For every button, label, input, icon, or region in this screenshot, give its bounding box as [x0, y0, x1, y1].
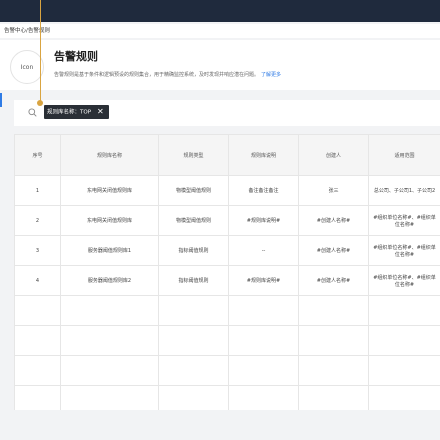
rules-table: 序号 规则库名称 规则类型 规则库说明 创建人 适用范围 1 东电网关闭值规则库…	[14, 134, 440, 410]
breadcrumb: 告警中心/告警规则	[0, 24, 440, 38]
cell-scope: #组织单位名称#、#组织单位名称#	[368, 205, 440, 236]
cell-type: 指标阈值规则	[158, 235, 229, 266]
annotation-line	[40, 0, 41, 102]
page-title: 告警规则	[54, 50, 98, 63]
logo: Icon	[10, 50, 44, 84]
cell-scope: #组织单位名称#、#组织单位名称#	[368, 235, 440, 266]
cell-creator: #创建人名称#	[298, 235, 369, 266]
page-header: Icon 告警规则 告警规则是基于条件和逻辑预设的规则集合，用于精确监控系统，及…	[0, 40, 440, 90]
annotation-marker	[37, 100, 43, 106]
empty-row	[14, 385, 440, 410]
table-row[interactable]: 1 东电网关闭值规则库 物模型阈值规则 备注备注备注 张三 总公司、子公司1、子…	[14, 175, 440, 206]
table-row[interactable]: 4 服务器阈值规则库2 指标阈值规则 #规则库说明# #创建人名称# #组织单位…	[14, 265, 440, 296]
active-indicator	[0, 93, 2, 107]
column-header-name: 规则库名称	[60, 134, 159, 176]
cell-creator: 张三	[298, 175, 369, 206]
cell-type: 物模型阈值规则	[158, 175, 229, 206]
cell-description: #规则库说明#	[228, 205, 299, 236]
learn-more-link[interactable]: 了解更多	[261, 72, 281, 78]
empty-row	[14, 355, 440, 386]
filter-tag-label: 规则库名称：TOP	[47, 109, 92, 116]
cell-creator: #创建人名称#	[298, 205, 369, 236]
filter-bar: 规则库名称：TOP ✕	[14, 100, 440, 126]
cell-description: 备注备注备注	[228, 175, 299, 206]
cell-index: 3	[14, 235, 61, 266]
cell-index: 4	[14, 265, 61, 296]
cell-scope: 总公司、子公司1、子公司2	[368, 175, 440, 206]
cell-name: 东电网关闭值规则库	[60, 175, 159, 206]
column-header-creator: 创建人	[298, 134, 369, 176]
table-header-row: 序号 规则库名称 规则类型 规则库说明 创建人 适用范围	[14, 134, 440, 176]
page-description: 告警规则是基于条件和逻辑预设的规则集合，用于精确监控系统，及时发现并响应潜在问题…	[54, 71, 281, 78]
table-row[interactable]: 2 东电网关闭值规则库 物模型阈值规则 #规则库说明# #创建人名称# #组织单…	[14, 205, 440, 236]
cell-type: 指标阈值规则	[158, 265, 229, 296]
column-header-description: 规则库说明	[228, 134, 299, 176]
empty-row	[14, 295, 440, 326]
cell-index: 1	[14, 175, 61, 206]
search-icon[interactable]	[28, 108, 37, 117]
cell-type: 物模型阈值规则	[158, 205, 229, 236]
cell-index: 2	[14, 205, 61, 236]
filter-tag[interactable]: 规则库名称：TOP ✕	[44, 105, 109, 119]
cell-name: 服务器阈值规则库1	[60, 235, 159, 266]
top-nav-bar	[0, 0, 440, 22]
cell-description: #规则库说明#	[228, 265, 299, 296]
description-text: 告警规则是基于条件和逻辑预设的规则集合，用于精确监控系统，及时发现并响应潜在问题…	[54, 72, 260, 78]
close-icon[interactable]: ✕	[97, 107, 104, 116]
empty-row	[14, 325, 440, 356]
cell-name: 东电网关闭值规则库	[60, 205, 159, 236]
table-row[interactable]: 3 服务器阈值规则库1 指标阈值规则 -- #创建人名称# #组织单位名称#、#…	[14, 235, 440, 266]
cell-creator: #创建人名称#	[298, 265, 369, 296]
column-header-scope: 适用范围	[368, 134, 440, 176]
cell-description: --	[228, 235, 299, 266]
column-header-index: 序号	[14, 134, 61, 176]
column-header-type: 规则类型	[158, 134, 229, 176]
cell-scope: #组织单位名称#、#组织单位名称#	[368, 265, 440, 296]
cell-name: 服务器阈值规则库2	[60, 265, 159, 296]
